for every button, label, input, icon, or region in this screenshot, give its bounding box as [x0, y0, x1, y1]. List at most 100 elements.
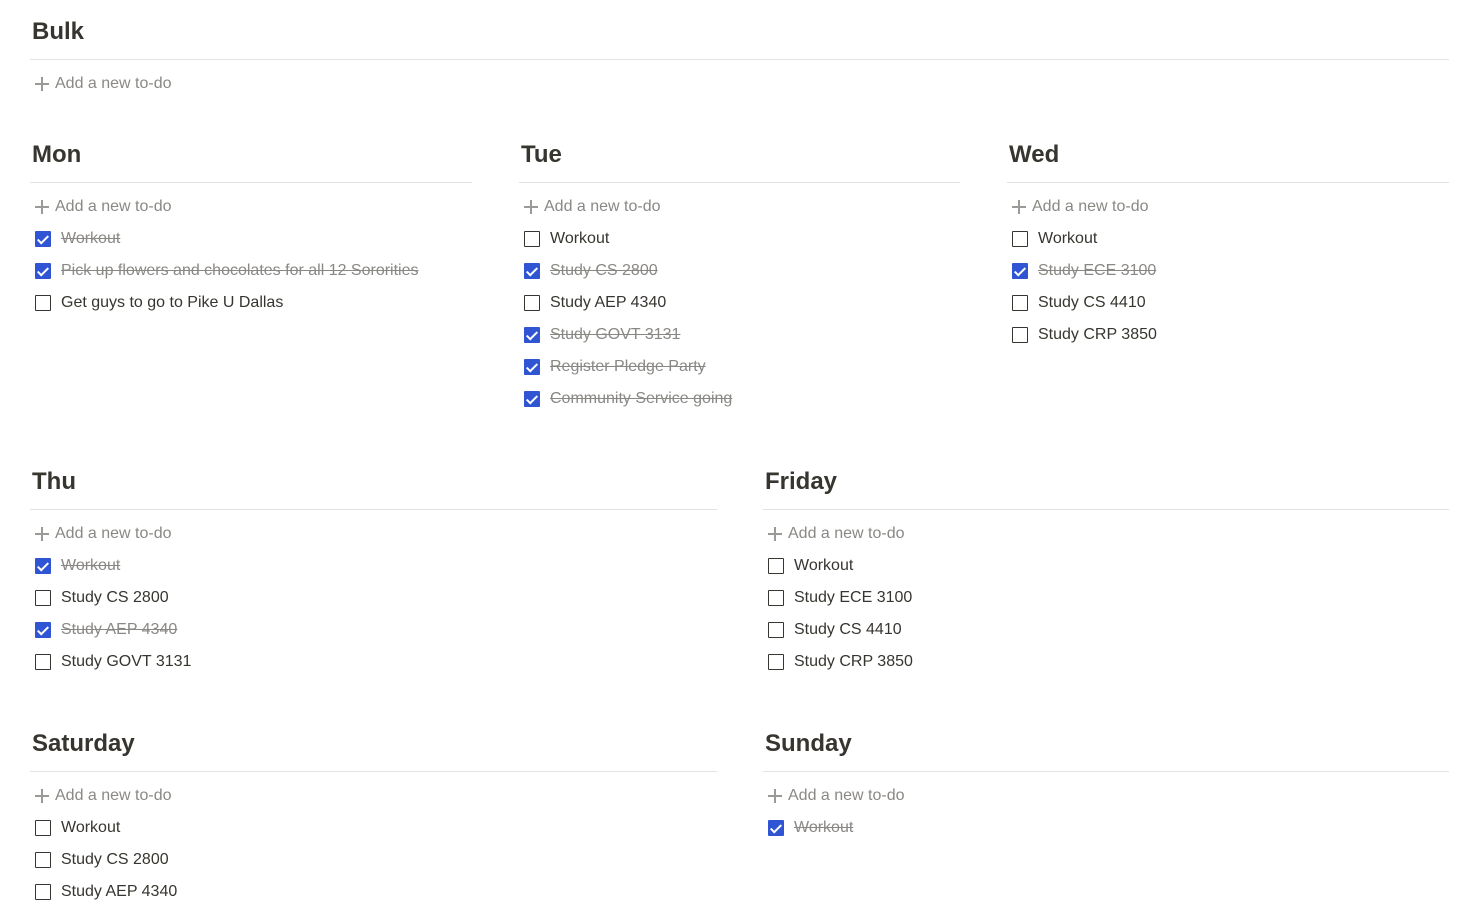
section-sunday: Sunday Add a new to-do Workout: [763, 729, 1449, 844]
add-todo-button[interactable]: Add a new to-do: [30, 518, 717, 550]
todo-label[interactable]: Study CRP 3850: [794, 653, 913, 671]
todo-label[interactable]: Study AEP 4340: [550, 294, 666, 312]
add-todo-label: Add a new to-do: [788, 525, 905, 542]
todo-label[interactable]: Workout: [550, 230, 609, 248]
todo-item: Workout: [30, 550, 717, 582]
section-divider: [763, 771, 1449, 772]
checkbox-unchecked[interactable]: [768, 590, 784, 606]
todo-label[interactable]: Workout: [61, 819, 120, 837]
add-todo-button[interactable]: Add a new to-do: [1007, 191, 1449, 223]
todo-label[interactable]: Register Pledge Party: [550, 358, 706, 376]
section-divider: [519, 182, 960, 183]
todo-item: Workout: [519, 223, 960, 255]
todo-label[interactable]: Workout: [1038, 230, 1097, 248]
todo-item: Study CS 2800: [30, 844, 717, 876]
checkbox-unchecked[interactable]: [35, 590, 51, 606]
add-todo-label: Add a new to-do: [55, 525, 172, 542]
plus-icon: [35, 527, 49, 541]
checkbox-checked[interactable]: [524, 391, 540, 407]
section-title: Mon: [32, 141, 82, 168]
section-title: Wed: [1009, 141, 1060, 168]
section-thu: Thu Add a new to-do Workout Study CS 2800 St…: [30, 467, 717, 678]
plus-icon: [35, 200, 49, 214]
todo-label[interactable]: Study ECE 3100: [794, 589, 912, 607]
add-todo-label: Add a new to-do: [788, 787, 905, 804]
section-divider: [763, 509, 1449, 510]
todo-item: Study CRP 3850: [1007, 319, 1449, 351]
todo-label[interactable]: Study CS 2800: [61, 851, 169, 869]
checkbox-unchecked[interactable]: [768, 558, 784, 574]
checkbox-unchecked[interactable]: [35, 884, 51, 900]
section-tue: Tue Add a new to-do Workout Study CS 2800 St…: [519, 140, 960, 415]
todo-label[interactable]: Study ECE 3100: [1038, 262, 1156, 280]
todo-item: Workout: [1007, 223, 1449, 255]
section-divider: [30, 509, 717, 510]
checkbox-checked[interactable]: [524, 359, 540, 375]
todo-label[interactable]: Study CS 4410: [794, 621, 902, 639]
add-todo-label: Add a new to-do: [55, 75, 172, 92]
checkbox-checked[interactable]: [35, 558, 51, 574]
todo-item: Study CS 2800: [519, 255, 960, 287]
checkbox-checked[interactable]: [35, 263, 51, 279]
checkbox-unchecked[interactable]: [1012, 295, 1028, 311]
checkbox-unchecked[interactable]: [35, 295, 51, 311]
section-divider: [30, 182, 472, 183]
checkbox-checked[interactable]: [35, 231, 51, 247]
checkbox-unchecked[interactable]: [35, 852, 51, 868]
section-divider: [1007, 182, 1449, 183]
todo-label[interactable]: Workout: [794, 557, 853, 575]
section-title: Friday: [765, 468, 838, 495]
checkbox-unchecked[interactable]: [524, 231, 540, 247]
add-todo-button[interactable]: Add a new to-do: [763, 780, 1449, 812]
todo-item: Study GOVT 3131: [30, 646, 717, 678]
add-todo-button[interactable]: Add a new to-do: [30, 780, 717, 812]
checkbox-checked[interactable]: [524, 327, 540, 343]
section-divider: [30, 59, 1449, 60]
add-todo-button[interactable]: Add a new to-do: [519, 191, 960, 223]
todo-label[interactable]: Study AEP 4340: [61, 621, 177, 639]
checkbox-checked[interactable]: [768, 820, 784, 836]
add-todo-button[interactable]: Add a new to-do: [30, 191, 472, 223]
todo-label[interactable]: Study CS 4410: [1038, 294, 1146, 312]
todo-label[interactable]: Community Service going: [550, 390, 732, 408]
add-todo-label: Add a new to-do: [55, 787, 172, 804]
todo-label[interactable]: Study CS 2800: [61, 589, 169, 607]
todo-item: Study AEP 4340: [30, 614, 717, 646]
checkbox-unchecked[interactable]: [524, 295, 540, 311]
add-todo-label: Add a new to-do: [544, 198, 661, 215]
add-todo-button[interactable]: Add a new to-do: [763, 518, 1449, 550]
section-title: Saturday: [32, 730, 135, 757]
section-title: Tue: [521, 141, 562, 168]
section-saturday: Saturday Add a new to-do Workout Study CS 2…: [30, 729, 717, 908]
todo-label[interactable]: Study GOVT 3131: [61, 653, 191, 671]
todo-label[interactable]: Study CS 2800: [550, 262, 658, 280]
todo-label[interactable]: Workout: [61, 557, 120, 575]
add-todo-button[interactable]: Add a new to-do: [30, 68, 1449, 100]
checkbox-checked[interactable]: [1012, 263, 1028, 279]
todo-label[interactable]: Study GOVT 3131: [550, 326, 680, 344]
todo-label[interactable]: Study CRP 3850: [1038, 326, 1157, 344]
todo-label[interactable]: Pick up flowers and chocolates for all 1…: [61, 262, 419, 280]
checkbox-unchecked[interactable]: [1012, 231, 1028, 247]
todo-item: Register Pledge Party: [519, 351, 960, 383]
checkbox-unchecked[interactable]: [768, 654, 784, 670]
checkbox-unchecked[interactable]: [35, 654, 51, 670]
todo-item: Workout: [763, 550, 1449, 582]
add-todo-label: Add a new to-do: [1032, 198, 1149, 215]
todo-item: Workout: [30, 223, 472, 255]
checkbox-checked[interactable]: [35, 622, 51, 638]
checkbox-unchecked[interactable]: [35, 820, 51, 836]
todo-item: Study CS 4410: [1007, 287, 1449, 319]
checkbox-unchecked[interactable]: [1012, 327, 1028, 343]
checkbox-checked[interactable]: [524, 263, 540, 279]
todo-item: Study CS 4410: [763, 614, 1449, 646]
section-divider: [30, 771, 717, 772]
todo-label[interactable]: Workout: [61, 230, 120, 248]
todo-label[interactable]: Workout: [794, 819, 853, 837]
section-title: Thu: [32, 468, 76, 495]
section-mon: Mon Add a new to-do Workout Pick up flowers…: [30, 140, 472, 319]
todo-label[interactable]: Get guys to go to Pike U Dallas: [61, 294, 283, 312]
plus-icon: [768, 789, 782, 803]
checkbox-unchecked[interactable]: [768, 622, 784, 638]
todo-label[interactable]: Study AEP 4340: [61, 883, 177, 901]
